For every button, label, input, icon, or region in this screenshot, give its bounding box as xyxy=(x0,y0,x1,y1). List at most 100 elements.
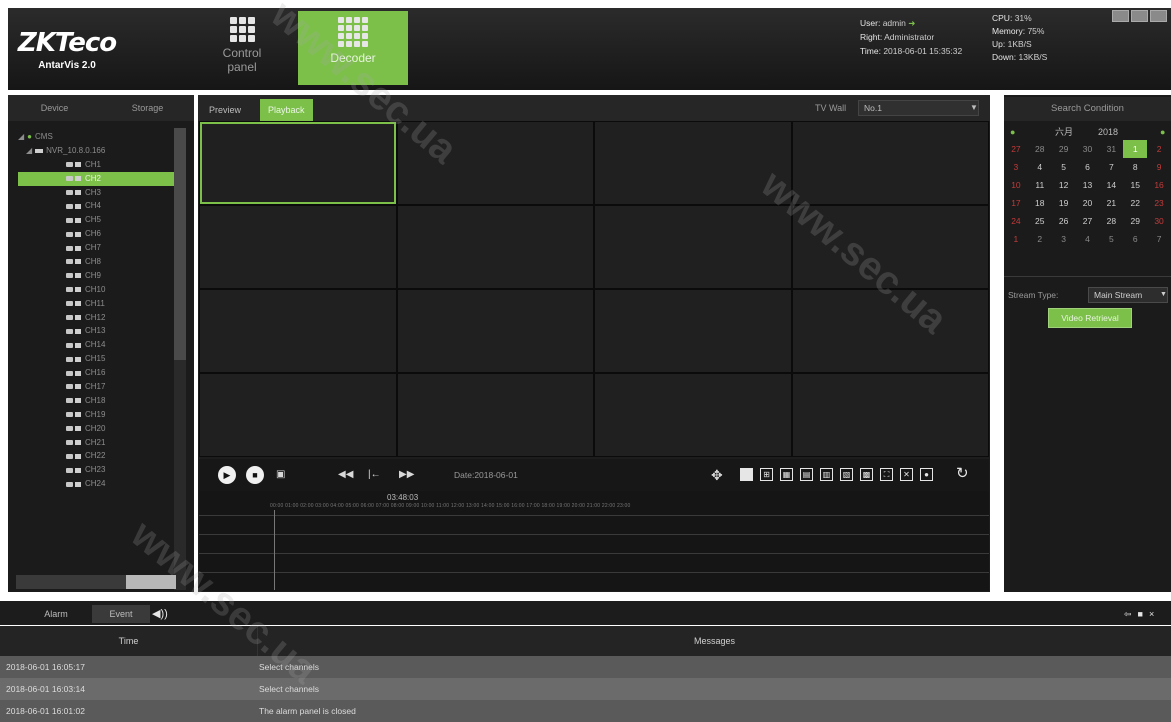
tab-alarm[interactable]: Alarm xyxy=(28,605,84,623)
calendar-day[interactable]: 29 xyxy=(1123,212,1147,230)
calendar-day[interactable]: 24 xyxy=(1004,212,1028,230)
tree-channel[interactable]: CH5 xyxy=(18,213,178,227)
calendar-day[interactable]: 9 xyxy=(1147,158,1171,176)
video-cell[interactable] xyxy=(397,122,593,204)
video-cell[interactable] xyxy=(792,122,988,204)
play-icon[interactable]: ▶ xyxy=(218,466,236,484)
calendar-day[interactable]: 18 xyxy=(1028,194,1052,212)
tree-channel[interactable]: CH3 xyxy=(18,186,178,200)
close-all-icon[interactable]: ✕ xyxy=(900,468,913,481)
capture-icon[interactable]: ▣ xyxy=(276,466,285,484)
calendar-day[interactable]: 11 xyxy=(1028,176,1052,194)
video-cell[interactable] xyxy=(200,374,396,456)
tree-horizontal-scroll-thumb[interactable] xyxy=(16,575,126,589)
fast-forward-icon[interactable]: ▶▶ xyxy=(399,466,414,484)
tree-root[interactable]: ◢ ● CMS xyxy=(18,130,178,144)
stop-icon[interactable]: ■ xyxy=(246,466,264,484)
calendar-day[interactable]: 27 xyxy=(1004,140,1028,158)
calendar-day[interactable]: 2 xyxy=(1147,140,1171,158)
layout-6-icon[interactable]: ▤ xyxy=(800,468,813,481)
tree-channel[interactable]: CH11 xyxy=(18,297,178,311)
tab-preview[interactable]: Preview xyxy=(201,99,249,121)
tree-channel[interactable]: CH18 xyxy=(18,394,178,408)
prev-month-icon[interactable]: ● xyxy=(1010,124,1015,140)
calendar-day[interactable]: 30 xyxy=(1076,140,1100,158)
tree-channel[interactable]: CH19 xyxy=(18,408,178,422)
video-cell[interactable] xyxy=(595,122,791,204)
tree-channel[interactable]: CH21 xyxy=(18,436,178,450)
calendar-day[interactable]: 28 xyxy=(1028,140,1052,158)
calendar-day[interactable]: 7 xyxy=(1099,158,1123,176)
timeline-track[interactable] xyxy=(199,553,989,554)
layout-8-icon[interactable]: ▥ xyxy=(820,468,833,481)
calendar-day[interactable]: 21 xyxy=(1099,194,1123,212)
tree-channel[interactable]: CH2 xyxy=(18,171,178,186)
tree-channel[interactable]: CH6 xyxy=(18,227,178,241)
calendar-day[interactable]: 27 xyxy=(1076,212,1100,230)
video-cell[interactable] xyxy=(792,374,988,456)
ptz-icon[interactable]: ✥ xyxy=(711,466,723,484)
layout-4-icon[interactable]: ⊞ xyxy=(760,468,773,481)
layout-16-icon[interactable]: ▩ xyxy=(860,468,873,481)
calendar-day[interactable]: 10 xyxy=(1004,176,1028,194)
calendar-day[interactable]: 13 xyxy=(1076,176,1100,194)
video-cell[interactable] xyxy=(397,290,593,372)
timeline-track[interactable] xyxy=(199,515,989,516)
calendar-day[interactable]: 4 xyxy=(1076,230,1100,248)
tab-device[interactable]: Device xyxy=(8,95,101,121)
log-row[interactable]: 2018-06-01 16:03:14 Select channels xyxy=(0,678,1171,700)
calendar-day[interactable]: 3 xyxy=(1052,230,1076,248)
tree-channel[interactable]: CH8 xyxy=(18,255,178,269)
video-retrieval-button[interactable]: Video Retrieval xyxy=(1048,308,1132,328)
tree-channel[interactable]: CH15 xyxy=(18,352,178,366)
calendar-day[interactable]: 30 xyxy=(1147,212,1171,230)
close-icon[interactable] xyxy=(1150,10,1167,22)
maximize-icon[interactable] xyxy=(1131,10,1148,22)
minimize-icon[interactable] xyxy=(1112,10,1129,22)
calendar-day[interactable]: 2 xyxy=(1028,230,1052,248)
expand-icon[interactable]: ◢ xyxy=(18,130,24,144)
calendar-day[interactable]: 3 xyxy=(1004,158,1028,176)
tree-channel[interactable]: CH22 xyxy=(18,449,178,463)
calendar-day[interactable]: 16 xyxy=(1147,176,1171,194)
close-log-icon[interactable]: × xyxy=(1149,609,1160,619)
video-cell[interactable] xyxy=(200,122,396,204)
tree-channel[interactable]: CH24 xyxy=(18,477,178,491)
tab-playback[interactable]: Playback xyxy=(260,99,313,121)
video-cell[interactable] xyxy=(397,374,593,456)
timeline-track[interactable] xyxy=(199,534,989,535)
expand-icon[interactable]: ◢ xyxy=(26,144,32,158)
tree-channel[interactable]: CH7 xyxy=(18,241,178,255)
tree-channel[interactable]: CH23 xyxy=(18,463,178,477)
calendar-day[interactable]: 6 xyxy=(1076,158,1100,176)
tree-channel[interactable]: CH12 xyxy=(18,311,178,325)
calendar-day[interactable]: 6 xyxy=(1123,230,1147,248)
calendar-day[interactable]: 1 xyxy=(1123,140,1148,158)
tree-channel[interactable]: CH20 xyxy=(18,422,178,436)
video-cell[interactable] xyxy=(200,290,396,372)
tree-channel[interactable]: CH17 xyxy=(18,380,178,394)
log-row[interactable]: 2018-06-01 16:05:17 Select channels xyxy=(0,656,1171,678)
video-cell[interactable] xyxy=(595,290,791,372)
calendar-day[interactable]: 1 xyxy=(1004,230,1028,248)
sound-icon[interactable]: ◀)) xyxy=(152,605,168,623)
calendar-day[interactable]: 29 xyxy=(1052,140,1076,158)
layout-13-icon[interactable]: ▧ xyxy=(840,468,853,481)
calendar-day[interactable]: 15 xyxy=(1123,176,1147,194)
calendar-day[interactable]: 22 xyxy=(1123,194,1147,212)
record-icon[interactable]: ● xyxy=(920,468,933,481)
layout-9-icon[interactable]: ▦ xyxy=(780,468,793,481)
video-cell[interactable] xyxy=(595,374,791,456)
calendar-day[interactable]: 26 xyxy=(1052,212,1076,230)
calendar-day[interactable]: 7 xyxy=(1147,230,1171,248)
log-row[interactable]: 2018-06-01 16:01:02 The alarm panel is cl… xyxy=(0,700,1171,722)
calendar-day[interactable]: 14 xyxy=(1099,176,1123,194)
calendar-day[interactable]: 5 xyxy=(1052,158,1076,176)
calendar-day[interactable]: 5 xyxy=(1099,230,1123,248)
refresh-icon[interactable]: ↻ xyxy=(956,464,969,484)
chevron-down-icon[interactable]: ▼ xyxy=(970,100,978,116)
calendar-day[interactable]: 23 xyxy=(1147,194,1171,212)
calendar-day[interactable]: 12 xyxy=(1052,176,1076,194)
video-cell[interactable] xyxy=(595,206,791,288)
tree-channel[interactable]: CH16 xyxy=(18,366,178,380)
